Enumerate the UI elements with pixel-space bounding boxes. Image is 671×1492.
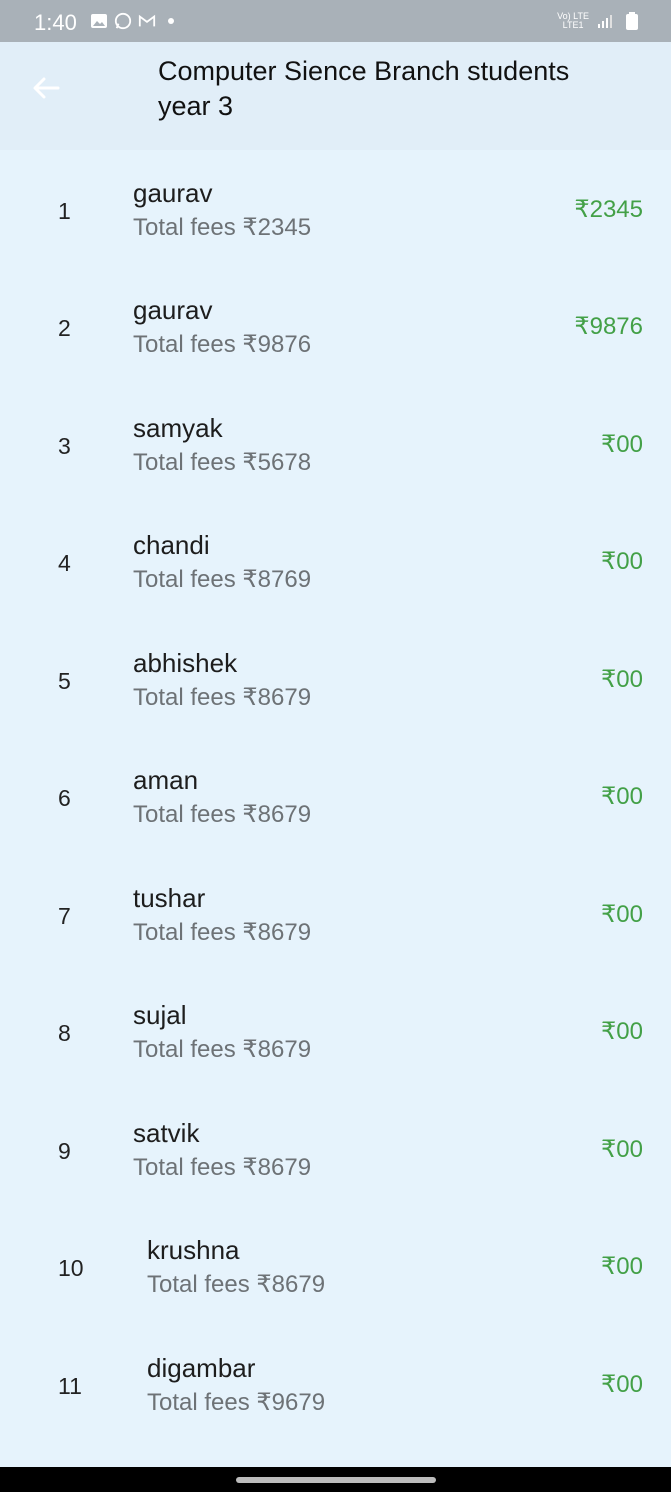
student-index: 11 [58, 1373, 82, 1399]
student-row[interactable]: 8 sujal Total fees ₹8679 ₹00 [0, 972, 671, 1089]
student-total-fees: Total fees ₹9876 [133, 331, 312, 358]
student-name: krushna [147, 1235, 240, 1265]
student-index: 5 [58, 668, 71, 694]
student-paid-amount: ₹00 [601, 1253, 643, 1280]
student-name: sujal [133, 1000, 187, 1030]
back-arrow-icon[interactable] [30, 72, 62, 104]
student-row[interactable]: 10 krushna Total fees ₹8679 ₹00 [0, 1207, 671, 1324]
gmail-icon [138, 12, 156, 30]
student-paid-amount: ₹00 [601, 548, 643, 575]
student-name: gaurav [133, 178, 213, 208]
student-row[interactable]: 1 gaurav Total fees ₹2345 ₹2345 [0, 150, 671, 267]
student-row[interactable]: 5 abhishek Total fees ₹8679 ₹00 [0, 620, 671, 737]
student-row[interactable]: 7 tushar Total fees ₹8679 ₹00 [0, 855, 671, 972]
student-total-fees: Total fees ₹8769 [133, 566, 312, 593]
student-paid-amount: ₹00 [601, 1136, 643, 1163]
student-paid-amount: ₹00 [601, 666, 643, 693]
student-total-fees: Total fees ₹5678 [133, 449, 312, 476]
student-total-fees: Total fees ₹8679 [133, 684, 312, 711]
status-time: 1:40 [34, 10, 77, 35]
student-index: 4 [58, 550, 71, 576]
student-paid-amount: ₹9876 [574, 313, 643, 340]
battery-icon [623, 12, 641, 30]
app-bar: Computer Sience Branch students year 3 [0, 42, 671, 150]
student-name: satvik [133, 1118, 200, 1148]
student-paid-amount: ₹00 [601, 783, 643, 810]
student-total-fees: Total fees ₹8679 [133, 801, 312, 828]
home-gesture-handle[interactable] [236, 1477, 436, 1483]
student-name: tushar [133, 883, 206, 913]
student-total-fees: Total fees ₹8679 [147, 1271, 326, 1298]
student-total-fees: Total fees ₹2345 [133, 214, 312, 241]
student-name: samyak [133, 413, 223, 443]
gallery-icon [90, 12, 108, 30]
status-system-icons: Vo) LTE LTE1 [557, 12, 641, 30]
network-label-bottom: LTE1 [562, 20, 584, 30]
student-index: 1 [58, 198, 71, 224]
student-total-fees: Total fees ₹8679 [133, 1036, 312, 1063]
student-total-fees: Total fees ₹9679 [147, 1389, 326, 1416]
student-row[interactable]: 3 samyak Total fees ₹5678 ₹00 [0, 385, 671, 502]
network-label: Vo) LTE LTE1 [557, 12, 589, 30]
student-row[interactable]: 2 gaurav Total fees ₹9876 ₹9876 [0, 267, 671, 384]
student-paid-amount: ₹2345 [574, 196, 643, 223]
student-index: 3 [58, 433, 71, 459]
student-row[interactable]: 6 aman Total fees ₹8679 ₹00 [0, 737, 671, 854]
student-row[interactable]: 9 satvik Total fees ₹8679 ₹00 [0, 1090, 671, 1207]
student-paid-amount: ₹00 [601, 901, 643, 928]
student-total-fees: Total fees ₹8679 [133, 919, 312, 946]
student-name: aman [133, 765, 199, 795]
whatsapp-icon [114, 12, 132, 30]
student-paid-amount: ₹00 [601, 1371, 643, 1398]
student-total-fees: Total fees ₹8679 [133, 1154, 312, 1181]
student-name: abhishek [133, 648, 238, 678]
dot-icon [162, 12, 180, 30]
status-bar: 1:40 Vo) LTE LTE1 [0, 0, 671, 42]
signal-icon [597, 12, 615, 30]
status-notification-icons [90, 12, 180, 30]
student-index: 6 [58, 785, 71, 811]
student-index: 9 [58, 1138, 71, 1164]
system-nav-bar [0, 1467, 671, 1492]
student-row[interactable]: 4 chandi Total fees ₹8769 ₹00 [0, 502, 671, 619]
student-paid-amount: ₹00 [601, 1018, 643, 1045]
student-row[interactable]: 11 digambar Total fees ₹9679 ₹00 [0, 1325, 671, 1442]
page-title: Computer Sience Branch students year 3 [158, 56, 570, 121]
student-index: 7 [58, 903, 71, 929]
student-index: 10 [58, 1255, 84, 1281]
student-index: 2 [58, 315, 71, 341]
student-name: chandi [133, 530, 210, 560]
student-name: digambar [147, 1353, 256, 1383]
student-index: 8 [58, 1020, 71, 1046]
student-name: gaurav [133, 295, 213, 325]
student-paid-amount: ₹00 [601, 431, 643, 458]
